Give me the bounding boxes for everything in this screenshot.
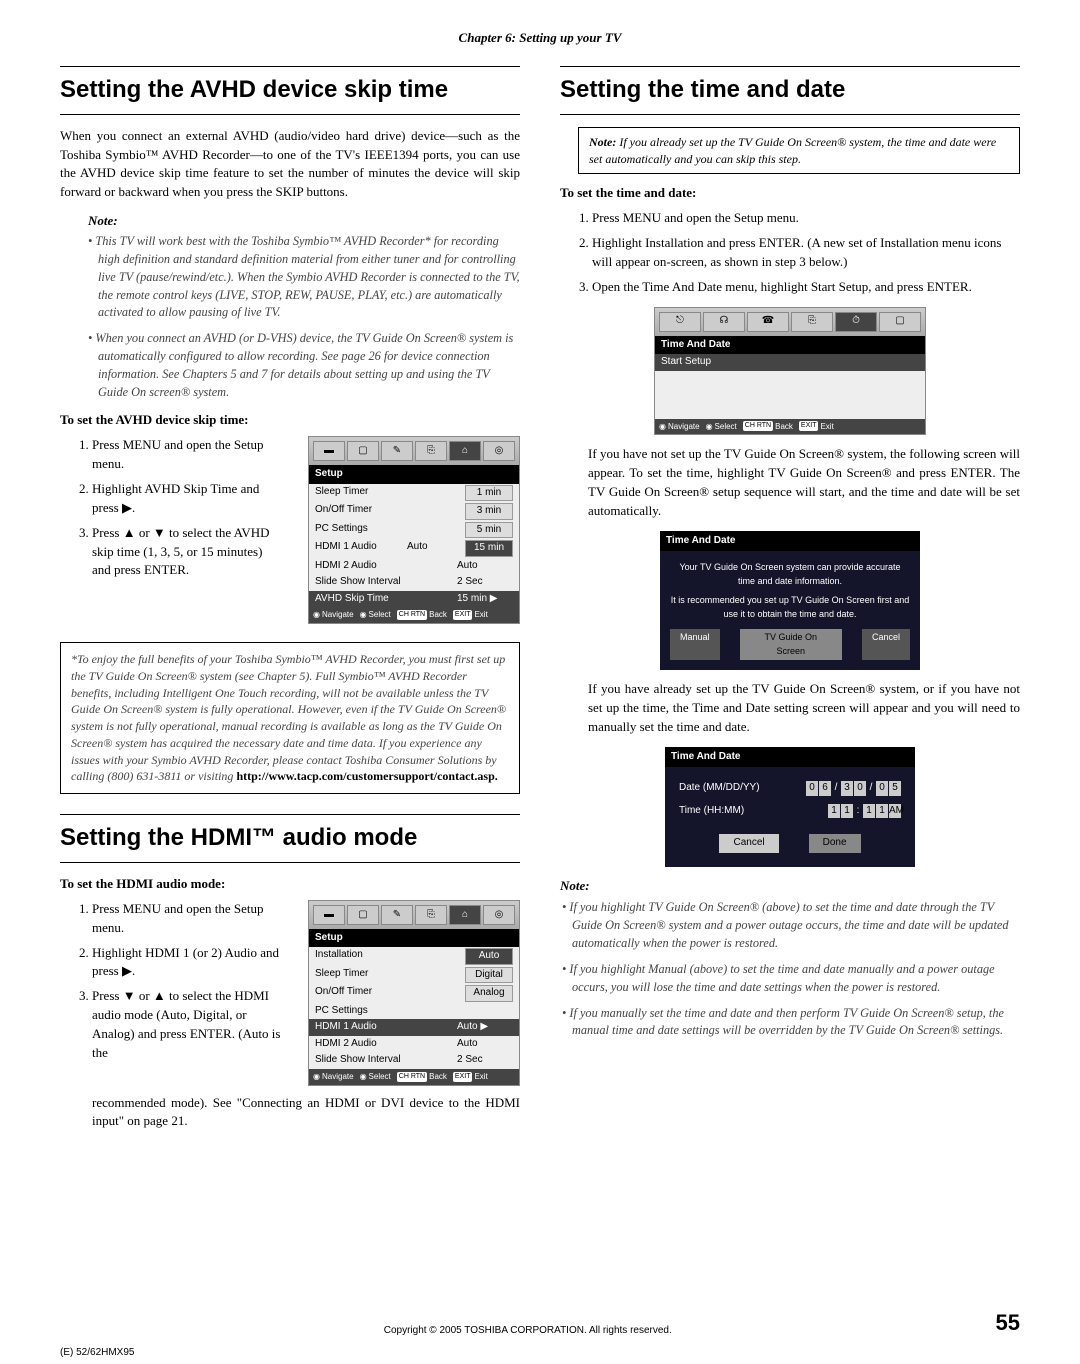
osd-setup-2: ▬▢✎⎘⌂◎ Setup InstallationAutoSleep Timer… <box>308 900 520 1086</box>
osd-time-2: Time And Date Your TV Guide On Screen sy… <box>660 531 920 671</box>
hdmi-steps: Press MENU and open the Setup menu. High… <box>60 900 282 1063</box>
time-p2: If you have already set up the TV Guide … <box>588 680 1020 737</box>
hdmi-step-cont: recommended mode). See "Connecting an HD… <box>92 1094 520 1132</box>
crop-mark: (E) 52/62HMX95 <box>60 1347 134 1358</box>
note-bullet-1: • If you highlight TV Guide On Screen® (… <box>572 899 1020 952</box>
page-number: 55 <box>996 1310 1020 1336</box>
chapter-header: Chapter 6: Setting up your TV <box>60 30 1020 46</box>
heading-hdmi: Setting the HDMI™ audio mode <box>60 814 520 863</box>
time-steps: Press MENU and open the Setup menu. High… <box>560 209 1020 296</box>
subhead-avhd-steps: To set the AVHD device skip time: <box>60 411 520 430</box>
note-bullet-2: • If you highlight Manual (above) to set… <box>572 961 1020 997</box>
note-bullet-3: • If you manually set the time and date … <box>572 1005 1020 1041</box>
osd-time-3: Time And Date Date (MM/DD/YY)06/30/05 Ti… <box>665 747 915 867</box>
osd-setup-1: ▬▢✎⎘⌂◎ Setup Sleep Timer1 minOn/Off Time… <box>308 436 520 624</box>
osd-time-1: ⎋☊☎⎘⏱▢ Time And Date Start Setup ◉ Navig… <box>654 307 926 436</box>
note-item-1: • This TV will work best with the Toshib… <box>98 233 520 322</box>
note-box: Note: If you already set up the TV Guide… <box>578 127 1020 175</box>
heading-avhd: Setting the AVHD device skip time <box>60 66 520 115</box>
note-label: Note: <box>88 212 520 231</box>
avhd-steps: Press MENU and open the Setup menu. High… <box>60 436 282 580</box>
avhd-intro: When you connect an external AVHD (audio… <box>60 127 520 202</box>
heading-time-date: Setting the time and date <box>560 66 1020 115</box>
subhead-time-steps: To set the time and date: <box>560 184 1020 203</box>
note-head: Note: <box>560 877 1020 896</box>
disclaimer-box: *To enjoy the full benefits of your Tosh… <box>60 642 520 794</box>
time-p1: If you have not set up the TV Guide On S… <box>588 445 1020 520</box>
copyright: Copyright © 2005 TOSHIBA CORPORATION. Al… <box>60 1325 996 1336</box>
note-item-2: • When you connect an AVHD (or D-VHS) de… <box>98 330 520 401</box>
subhead-hdmi-steps: To set the HDMI audio mode: <box>60 875 520 894</box>
